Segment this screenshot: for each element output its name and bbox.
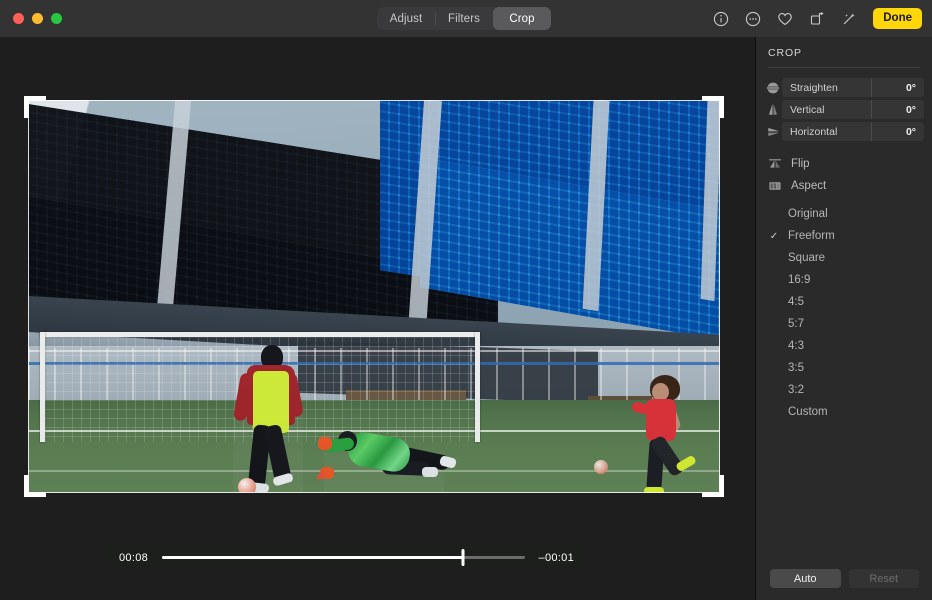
aspect-icon: [766, 178, 784, 194]
straighten-slider[interactable]: Straighten 0°: [782, 78, 924, 97]
aspect-option-square[interactable]: Square: [756, 247, 932, 269]
close-window-button[interactable]: [13, 13, 24, 24]
auto-enhance-magic-wand-icon[interactable]: [839, 9, 859, 29]
favorite-heart-icon[interactable]: [775, 9, 795, 29]
auto-button[interactable]: Auto: [770, 569, 841, 588]
aspect-ratio-list: Original ✓ Freeform Square 16:9 4:5 5:7: [756, 203, 932, 423]
traffic-lights: [0, 13, 62, 24]
toolbar-actions: Done: [711, 0, 922, 37]
reset-button[interactable]: Reset: [849, 569, 920, 588]
aspect-option-custom[interactable]: Custom: [756, 401, 932, 423]
scrub-track[interactable]: [162, 556, 525, 559]
horizontal-slider[interactable]: Horizontal 0°: [782, 122, 924, 141]
tab-adjust[interactable]: Adjust: [377, 7, 435, 30]
aspect-option-4-5[interactable]: 4:5: [756, 291, 932, 313]
tab-filters[interactable]: Filters: [435, 7, 493, 30]
straighten-label: Straighten: [782, 82, 871, 94]
aspect-option-3-5[interactable]: 3:5: [756, 357, 932, 379]
horizontal-value[interactable]: 0°: [872, 126, 924, 138]
panel-title: CROP: [756, 37, 932, 67]
control-aspect[interactable]: Aspect: [764, 175, 924, 197]
vertical-value[interactable]: 0°: [872, 104, 924, 116]
goal-post-left: [40, 332, 45, 442]
info-icon[interactable]: [711, 9, 731, 29]
crop-inspector-sidebar: CROP Straighten 0°: [755, 37, 932, 600]
tab-crop[interactable]: Crop: [493, 7, 551, 30]
vertical-label: Vertical: [782, 104, 871, 116]
goalkeeper-boot: [422, 467, 438, 477]
panel-divider: [768, 67, 920, 68]
aspect-option-label: 4:5: [782, 296, 804, 308]
minimize-window-button[interactable]: [32, 13, 43, 24]
vertical-slider[interactable]: Vertical 0°: [782, 100, 924, 119]
runner-torso: [646, 399, 676, 441]
edit-mode-tabs: Adjust Filters Crop: [377, 7, 551, 30]
photo-editor-window: Adjust Filters Crop: [0, 0, 932, 600]
scrub-playhead[interactable]: [461, 549, 464, 566]
soccer-ball-secondary: [594, 460, 608, 474]
striker-training-bib: [253, 371, 289, 433]
straighten-icon: [764, 80, 782, 96]
control-straighten[interactable]: Straighten 0°: [764, 78, 924, 97]
titlebar: Adjust Filters Crop: [0, 0, 932, 37]
player-goalkeeper: [324, 425, 444, 493]
aspect-option-label: 3:5: [782, 362, 804, 374]
goal-crossbar: [40, 332, 480, 337]
selection-checkmark: ✓: [766, 231, 782, 242]
aspect-label: Aspect: [791, 180, 826, 192]
goal-post-right: [475, 332, 480, 442]
sidebar-actions: Auto Reset: [756, 569, 932, 588]
aspect-option-label: 3:2: [782, 384, 804, 396]
zoom-window-button[interactable]: [51, 13, 62, 24]
control-vertical[interactable]: Vertical 0°: [764, 100, 924, 119]
horizontal-icon: [764, 124, 782, 140]
horizontal-label: Horizontal: [782, 126, 871, 138]
remaining-time: –00:01: [539, 552, 574, 564]
training-cone: [316, 469, 328, 479]
aspect-option-4-3[interactable]: 4:3: [756, 335, 932, 357]
control-flip[interactable]: Flip: [764, 153, 924, 175]
aspect-option-original[interactable]: Original: [756, 203, 932, 225]
player-runner: [636, 375, 696, 493]
rotate-icon[interactable]: [807, 9, 827, 29]
crop-frame[interactable]: [28, 100, 720, 493]
aspect-option-label: Square: [782, 252, 825, 264]
aspect-option-freeform[interactable]: ✓ Freeform: [756, 225, 932, 247]
aspect-option-label: Custom: [782, 406, 828, 418]
aspect-option-label: 4:3: [782, 340, 804, 352]
more-options-icon[interactable]: [743, 9, 763, 29]
runner-boot-right: [675, 455, 697, 473]
scrub-progress: [162, 556, 463, 559]
control-horizontal[interactable]: Horizontal 0°: [764, 122, 924, 141]
goalkeeper-glove: [318, 437, 332, 450]
flip-icon: [766, 156, 784, 172]
vertical-icon: [764, 102, 782, 118]
done-button[interactable]: Done: [873, 8, 922, 29]
video-scrubber[interactable]: 00:08 –00:01: [105, 544, 588, 571]
soccer-ball: [238, 478, 256, 493]
elapsed-time: 00:08: [119, 552, 148, 564]
aspect-option-3-2[interactable]: 3:2: [756, 379, 932, 401]
aspect-option-5-7[interactable]: 5:7: [756, 313, 932, 335]
flip-label: Flip: [791, 158, 810, 170]
aspect-option-label: 16:9: [782, 274, 810, 286]
player-striker: [233, 345, 303, 493]
aspect-option-16-9[interactable]: 16:9: [756, 269, 932, 291]
editor-canvas: 00:08 –00:01: [0, 37, 755, 600]
media-preview: [28, 100, 720, 493]
straighten-value[interactable]: 0°: [872, 82, 924, 94]
runner-boot-left: [644, 487, 664, 493]
aspect-option-label: Original: [782, 208, 828, 220]
aspect-option-label: Freeform: [782, 230, 835, 242]
aspect-option-label: 5:7: [782, 318, 804, 330]
